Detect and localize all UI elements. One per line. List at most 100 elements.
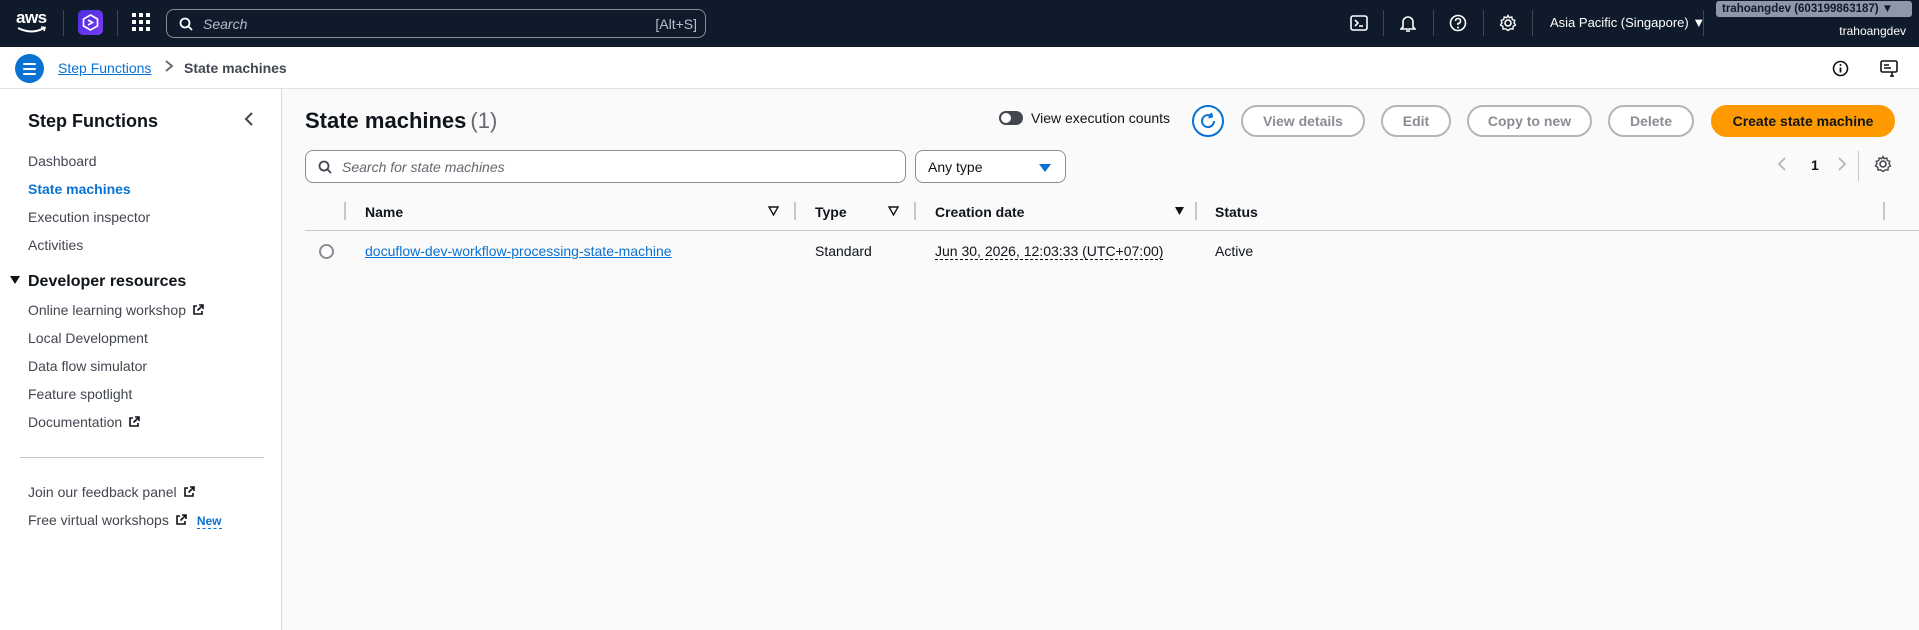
external-link-icon: [183, 486, 195, 497]
help-icon[interactable]: [1447, 12, 1469, 34]
column-divider: [344, 202, 346, 220]
sidebar-item-feedback-panel[interactable]: Join our feedback panel: [28, 484, 195, 500]
caret-down-icon: [1039, 164, 1051, 172]
sidebar-item-activities[interactable]: Activities: [28, 237, 83, 253]
info-icon[interactable]: [1832, 60, 1849, 80]
bell-icon[interactable]: [1397, 12, 1419, 34]
cloudshell-icon[interactable]: [1348, 12, 1370, 34]
edit-button[interactable]: Edit: [1381, 105, 1451, 137]
gear-icon[interactable]: [1497, 12, 1519, 34]
side-navigation: Step Functions Dashboard State machines …: [0, 89, 282, 630]
state-machine-status: Active: [1215, 243, 1254, 259]
state-machine-search-input[interactable]: Search for state machines: [305, 150, 906, 183]
step-functions-service-icon[interactable]: [78, 10, 103, 35]
sidebar-item-execution-inspector[interactable]: Execution inspector: [28, 209, 150, 225]
page-title: State machines (1): [305, 108, 497, 134]
delete-button[interactable]: Delete: [1608, 105, 1694, 137]
sidebar-item-data-flow-simulator[interactable]: Data flow simulator: [28, 358, 147, 374]
view-execution-counts-toggle[interactable]: [999, 111, 1023, 125]
link-label: Online learning workshop: [28, 302, 186, 318]
chevron-right-icon: [164, 59, 174, 76]
services-menu-icon[interactable]: [132, 13, 150, 31]
table-header-divider: [305, 230, 1919, 231]
divider: [1858, 151, 1859, 181]
aws-logo[interactable]: aws: [16, 9, 50, 37]
sidebar-item-dashboard[interactable]: Dashboard: [28, 153, 97, 169]
sidebar-item-documentation[interactable]: Documentation: [28, 414, 140, 430]
link-label: Join our feedback panel: [28, 484, 177, 500]
divider: [63, 10, 64, 36]
current-page-number[interactable]: 1: [1811, 157, 1819, 173]
column-header-type[interactable]: Type: [815, 204, 847, 220]
developer-resources-section[interactable]: Developer resources: [10, 273, 186, 291]
sort-icon[interactable]: [768, 206, 779, 216]
sidenav-title[interactable]: Step Functions: [28, 111, 158, 132]
step-functions-icon: [82, 14, 99, 31]
column-divider: [1195, 202, 1197, 220]
top-navigation: aws Search [Alt+S] Asia Pacific (Singapo…: [0, 0, 1919, 47]
state-machine-name-link[interactable]: docuflow-dev-workflow-processing-state-m…: [365, 243, 672, 259]
state-machine-creation-date[interactable]: Jun 30, 2026, 12:03:33 (UTC+07:00): [935, 243, 1164, 260]
type-filter-select[interactable]: Any type: [915, 150, 1066, 183]
page-title-text: State machines: [305, 108, 467, 133]
column-header-name[interactable]: Name: [365, 204, 403, 220]
tools-panel-icon[interactable]: [1880, 60, 1898, 80]
sorted-descending-icon[interactable]: [1174, 206, 1185, 216]
sidebar-item-free-virtual-workshops[interactable]: Free virtual workshops New: [28, 512, 222, 529]
new-badge: New: [196, 514, 222, 529]
search-icon: [318, 160, 332, 174]
main-content: State machines (1) View execution counts …: [282, 89, 1919, 630]
global-search-input[interactable]: Search [Alt+S]: [166, 9, 706, 38]
external-link-icon: [193, 304, 204, 315]
divider: [1483, 10, 1484, 36]
breadcrumb-current: State machines: [184, 60, 287, 76]
sidebar-item-state-machines[interactable]: State machines: [28, 181, 131, 197]
divider: [1383, 10, 1384, 36]
search-icon: [179, 17, 193, 31]
toggle-label: View execution counts: [1031, 110, 1171, 126]
divider: [20, 457, 264, 458]
row-select-radio[interactable]: [319, 244, 334, 259]
search-placeholder: Search for state machines: [342, 159, 505, 175]
external-link-icon: [129, 416, 140, 427]
copy-to-new-button[interactable]: Copy to new: [1467, 105, 1592, 137]
breadcrumb-step-functions-link[interactable]: Step Functions: [58, 60, 151, 76]
external-link-icon: [176, 514, 187, 525]
link-label: Documentation: [28, 414, 123, 430]
aws-smile-icon: [17, 26, 47, 33]
search-shortcut-hint: [Alt+S]: [655, 16, 697, 32]
state-machine-type: Standard: [815, 243, 872, 259]
sidebar-item-local-development[interactable]: Local Development: [28, 330, 148, 346]
sidebar-item-feature-spotlight[interactable]: Feature spotlight: [28, 386, 132, 402]
next-page-icon[interactable]: [1838, 157, 1847, 176]
state-machine-count: (1): [470, 108, 498, 133]
previous-page-icon[interactable]: [1777, 157, 1786, 176]
refresh-icon: [1201, 112, 1216, 129]
aws-logo-text: aws: [16, 8, 47, 27]
section-title: Developer resources: [28, 273, 187, 290]
account-username: trahoangdev: [1839, 24, 1906, 38]
create-state-machine-button[interactable]: Create state machine: [1711, 105, 1895, 137]
link-label: Free virtual workshops: [28, 512, 169, 528]
column-divider: [1883, 202, 1885, 220]
type-filter-value: Any type: [928, 159, 983, 175]
breadcrumb-bar: Step Functions State machines: [0, 47, 1919, 89]
divider: [1433, 10, 1434, 36]
sort-icon[interactable]: [888, 206, 899, 216]
column-divider: [914, 202, 916, 220]
view-details-button[interactable]: View details: [1241, 105, 1365, 137]
divider: [1703, 10, 1704, 36]
divider: [1532, 10, 1533, 36]
sidebar-item-online-learning-workshop[interactable]: Online learning workshop: [28, 302, 204, 318]
column-header-creation-date[interactable]: Creation date: [935, 204, 1024, 220]
column-header-status[interactable]: Status: [1215, 204, 1258, 220]
column-divider: [794, 202, 796, 220]
refresh-button[interactable]: [1192, 105, 1224, 137]
caret-down-icon: [10, 276, 20, 284]
divider: [117, 10, 118, 36]
account-menu[interactable]: trahoangdev (603199863187) ▼: [1716, 1, 1912, 17]
region-selector[interactable]: Asia Pacific (Singapore) ▼: [1550, 15, 1705, 30]
hamburger-menu-button[interactable]: [15, 54, 44, 83]
table-settings-gear-icon[interactable]: [1874, 155, 1892, 176]
close-sidenav-icon[interactable]: [244, 111, 254, 132]
